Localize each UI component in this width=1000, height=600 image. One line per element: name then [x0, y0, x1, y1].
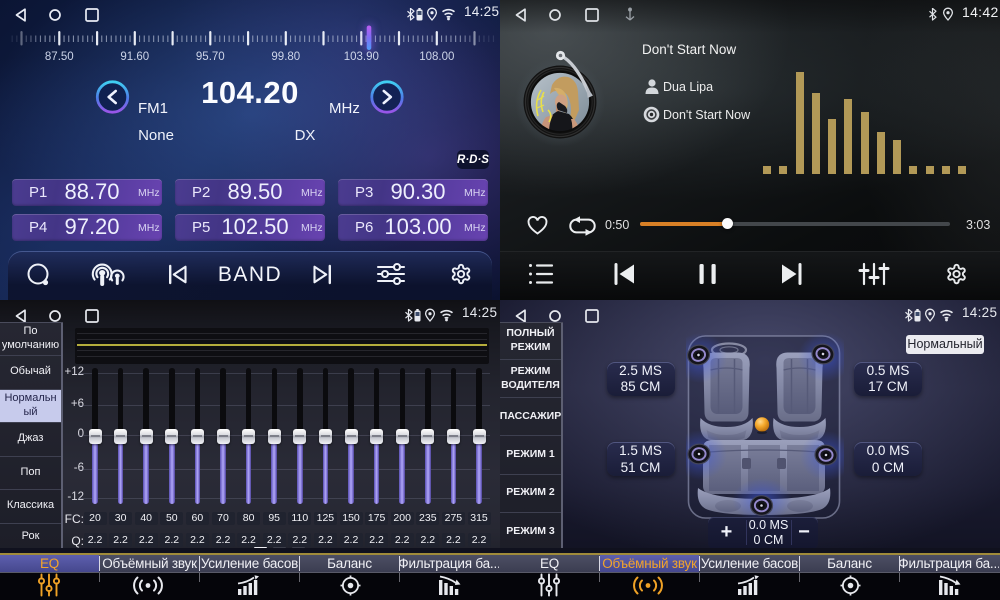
svg-text:BAND: BAND: [218, 263, 282, 286]
